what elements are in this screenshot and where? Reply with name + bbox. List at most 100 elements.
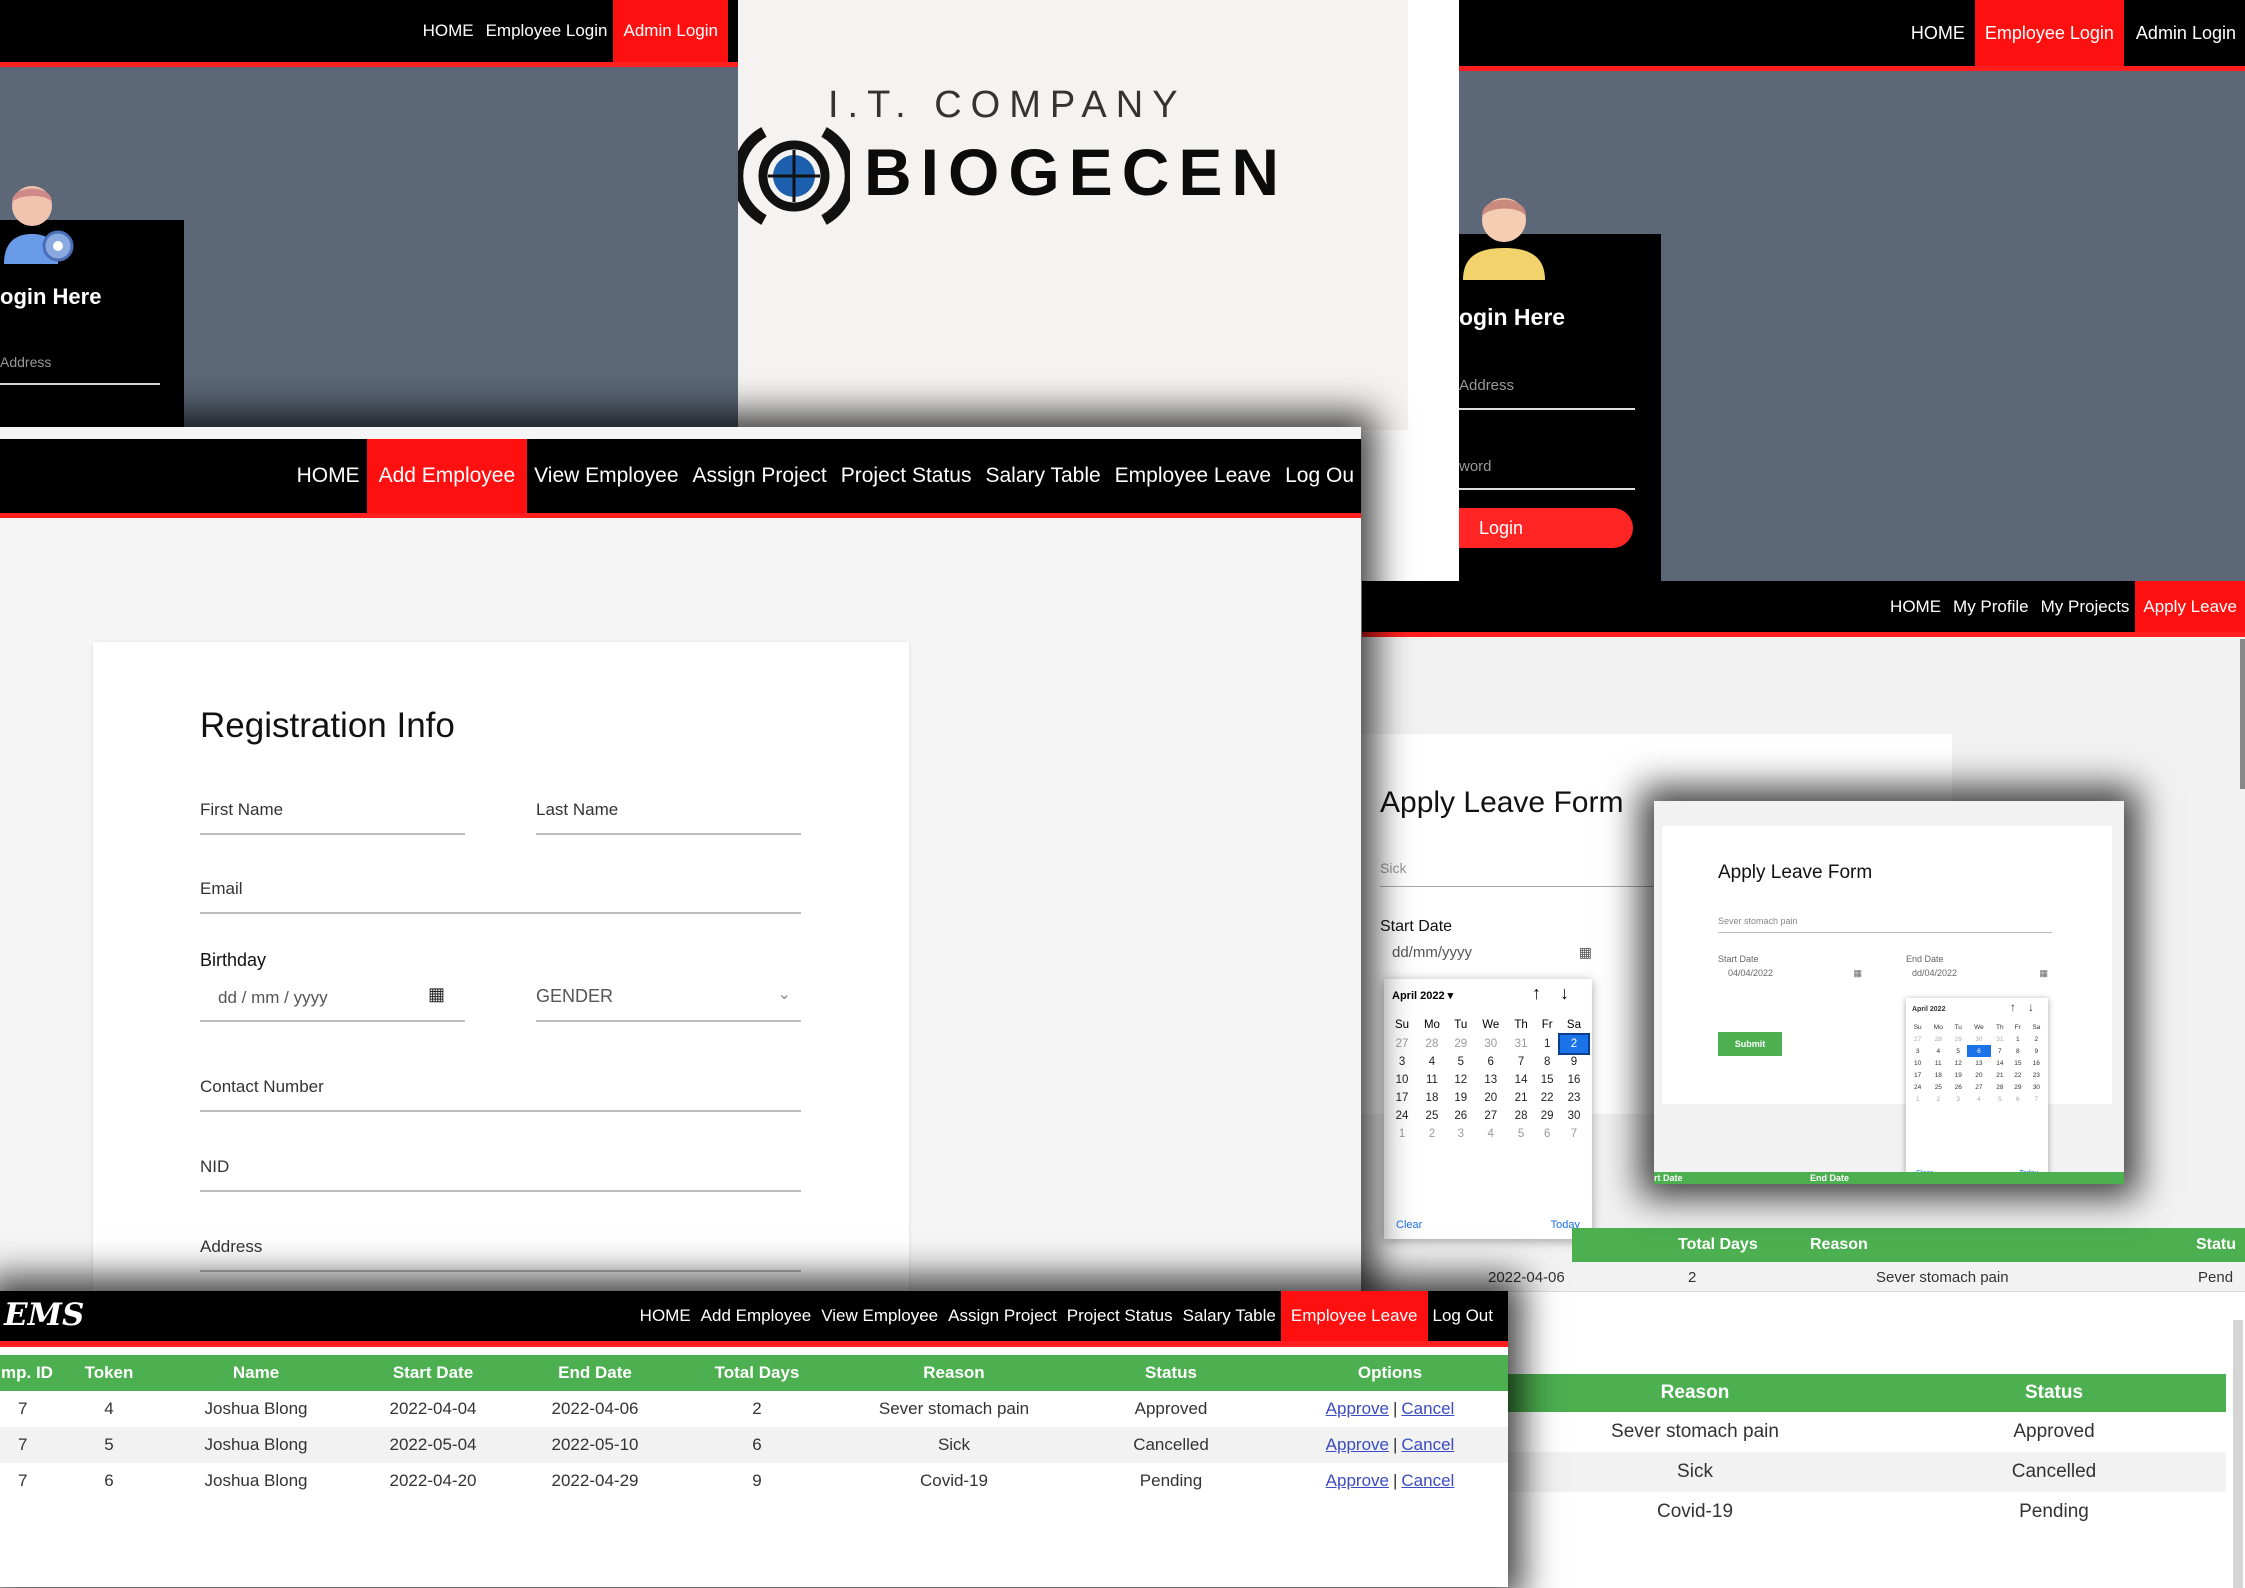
right-scrollbar-thumb[interactable] [2240,639,2245,789]
birthday-input[interactable]: dd / mm / yyyy ▦ [200,972,465,1022]
calendar-day[interactable]: 30 [1967,1033,1990,1045]
calendar-day[interactable]: 31 [1991,1033,2009,1045]
calendar-day[interactable]: 29 [1448,1035,1474,1053]
calendar-day[interactable]: 9 [2027,1045,2046,1057]
nav-log-ou[interactable]: Log Ou [1278,439,1361,513]
calendar-day[interactable]: 13 [1967,1057,1990,1069]
calendar-day[interactable]: 19 [1949,1069,1967,1081]
inset-calendar-next-icon[interactable]: ↓ [2028,1000,2034,1014]
calendar-icon[interactable]: ▦ [2039,968,2048,979]
calendar-day[interactable]: 7 [1991,1045,2009,1057]
calendar-day[interactable]: 3 [1949,1093,1967,1105]
calendar-day[interactable]: 3 [1448,1125,1474,1143]
nav-home[interactable]: HOME [635,1291,696,1341]
calendar-day[interactable]: 7 [1560,1125,1588,1143]
nav-add-employee[interactable]: Add Employee [696,1291,817,1341]
calendar-day[interactable]: 29 [2009,1081,2027,1093]
nav-salary-table[interactable]: Salary Table [978,439,1107,513]
calendar-day[interactable]: 1 [1908,1093,1927,1105]
calendar-day[interactable]: 30 [2027,1081,2046,1093]
nav-home[interactable]: HOME [290,439,367,513]
calendar-day[interactable]: 4 [1927,1045,1949,1057]
calendar-icon[interactable]: ▦ [1579,944,1592,961]
email-placeholder[interactable]: Address [0,354,51,370]
calendar-day[interactable]: 1 [1534,1035,1559,1053]
calendar-day[interactable]: 6 [1534,1125,1559,1143]
calendar-day[interactable]: 2 [1927,1093,1949,1105]
password-placeholder[interactable]: word [1459,458,1492,475]
calendar-day[interactable]: 12 [1448,1071,1474,1089]
calendar-day[interactable]: 15 [2009,1057,2027,1069]
calendar-day[interactable]: 4 [1967,1093,1990,1105]
nav-project-status[interactable]: Project Status [834,439,979,513]
approve-link[interactable]: Approve [1326,1435,1389,1454]
calendar-day[interactable]: 28 [1508,1107,1535,1125]
login-button[interactable]: Login [1459,508,1633,548]
calendar-day[interactable]: 14 [1991,1057,2009,1069]
calendar-prev-icon[interactable]: ↑ [1532,983,1541,1004]
inset-calendar-month[interactable]: April 2022 [1912,1006,1945,1013]
email-field[interactable]: Email [200,879,243,899]
calendar-day[interactable]: 29 [1534,1107,1559,1125]
nav-admin-login[interactable]: Admin Login [2124,0,2245,66]
calendar-next-icon[interactable]: ↓ [1560,983,1569,1004]
calendar-day[interactable]: 3 [1388,1053,1416,1071]
cancel-link[interactable]: Cancel [1401,1399,1454,1418]
nav-home[interactable]: HOME [1901,0,1975,66]
calendar-day[interactable]: 24 [1908,1081,1927,1093]
calendar-day[interactable]: 13 [1474,1071,1508,1089]
nav-my-projects[interactable]: My Projects [2035,581,2136,632]
calendar-day[interactable]: 22 [2009,1069,2027,1081]
nav-my-profile[interactable]: My Profile [1947,581,2035,632]
nav-apply-leave[interactable]: Apply Leave [2135,581,2245,632]
calendar-day[interactable]: 11 [1416,1071,1448,1089]
cancel-link[interactable]: Cancel [1401,1471,1454,1490]
calendar-day[interactable]: 15 [1534,1071,1559,1089]
nav-assign-project[interactable]: Assign Project [686,439,834,513]
approve-link[interactable]: Approve [1326,1399,1389,1418]
reason-value[interactable]: Sick [1380,860,1406,876]
calendar-day[interactable]: 23 [1560,1089,1588,1107]
calendar-day[interactable]: 23 [2027,1069,2046,1081]
nav-project-status[interactable]: Project Status [1062,1291,1178,1341]
address-field[interactable]: Address [200,1237,262,1257]
calendar-day[interactable]: 31 [1508,1035,1535,1053]
calendar-day[interactable]: 1 [1388,1125,1416,1143]
calendar-day[interactable]: 25 [1927,1081,1949,1093]
calendar-day[interactable]: 21 [1508,1089,1535,1107]
calendar-day[interactable]: 18 [1927,1069,1949,1081]
calendar-day[interactable]: 14 [1508,1071,1535,1089]
calendar-day[interactable]: 26 [1949,1081,1967,1093]
calendar-day[interactable]: 1 [2009,1033,2027,1045]
calendar-day[interactable]: 16 [2027,1057,2046,1069]
nav-employee-login[interactable]: Employee Login [480,0,614,62]
nav-assign-project[interactable]: Assign Project [943,1291,1062,1341]
calendar-day[interactable]: 21 [1991,1069,2009,1081]
calendar-day[interactable]: 5 [1448,1053,1474,1071]
calendar-day[interactable]: 28 [1416,1035,1448,1053]
calendar-day[interactable]: 27 [1967,1081,1990,1093]
calendar-day[interactable]: 25 [1416,1107,1448,1125]
calendar-day[interactable]: 26 [1448,1107,1474,1125]
calendar-day[interactable]: 30 [1474,1035,1508,1053]
nav-employee-login[interactable]: Employee Login [1974,0,2124,66]
calendar-day[interactable]: 4 [1416,1053,1448,1071]
calendar-day[interactable]: 9 [1560,1053,1588,1071]
nav-view-employee[interactable]: View Employee [527,439,685,513]
inset-start-date[interactable]: 04/04/2022 ▦ [1728,968,1862,978]
right-scrollbar[interactable] [2233,1320,2243,1588]
calendar-icon[interactable]: ▦ [1853,968,1862,979]
calendar-day[interactable]: 19 [1448,1089,1474,1107]
email-placeholder[interactable]: Address [1459,377,1514,394]
nav-salary-table[interactable]: Salary Table [1178,1291,1281,1341]
nav-log-out[interactable]: Log Out [1428,1291,1499,1341]
calendar-day[interactable]: 6 [1967,1045,1991,1057]
calendar-day[interactable]: 27 [1474,1107,1508,1125]
calendar-day[interactable]: 2 [2027,1033,2046,1045]
calendar-day[interactable]: 10 [1908,1057,1927,1069]
calendar-day[interactable]: 27 [1908,1033,1927,1045]
last-name-field[interactable]: Last Name [536,800,618,820]
inset-end-date[interactable]: dd/04/2022 ▦ [1912,968,2048,978]
cancel-link[interactable]: Cancel [1401,1435,1454,1454]
nav-employee-leave[interactable]: Employee Leave [1280,1291,1428,1341]
